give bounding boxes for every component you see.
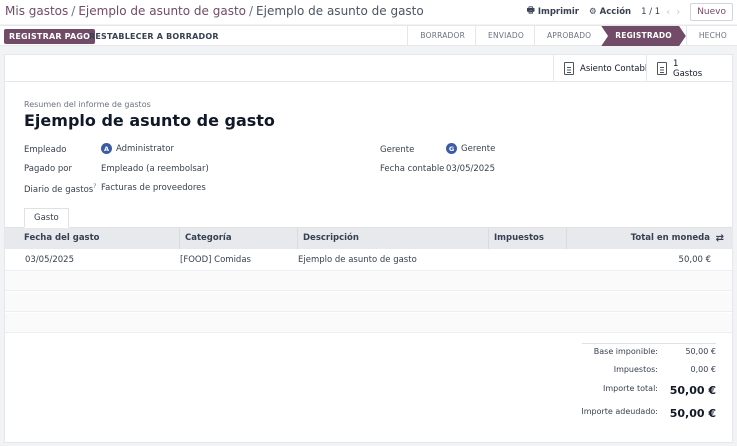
breadcrumb-current: Ejemplo de asunto de gasto: [256, 4, 424, 18]
journal-label-text: Diario de gastos: [24, 184, 94, 195]
employee-field[interactable]: A Administrator: [101, 143, 174, 154]
document-icon: [564, 62, 574, 75]
accounting-date-label: Fecha contable: [380, 164, 445, 174]
pager: 1 / 1 ‹ ›: [641, 7, 680, 18]
manager-value: Gerente: [461, 143, 496, 154]
gear-icon: ⚙: [589, 7, 597, 17]
employee-value: Administrator: [116, 143, 174, 154]
taxes-label: Impuestos:: [613, 365, 658, 374]
paid-by-field[interactable]: Empleado (a reembolsar): [101, 164, 209, 174]
pager-value[interactable]: 1 / 1: [641, 7, 660, 17]
cell-date: 03/05/2025: [25, 255, 74, 265]
new-button[interactable]: Nuevo: [690, 3, 733, 21]
report-title[interactable]: Ejemplo de asunto de gasto: [24, 111, 275, 130]
register-payment-button[interactable]: REGISTRAR PAGO: [4, 29, 96, 44]
chevron-left-icon[interactable]: ‹: [666, 7, 670, 18]
breadcrumb-separator: /: [249, 4, 254, 18]
expenses-smart-button[interactable]: 1 Gastos: [646, 55, 732, 82]
empty-row: [5, 313, 732, 333]
paid-by-label: Pagado por: [24, 164, 72, 174]
reset-to-draft-button[interactable]: RESTABLECER A BORRADOR: [89, 29, 219, 44]
stage-draft[interactable]: BORRADOR: [407, 26, 475, 46]
stage-statusbar: BORRADOR ENVIADO APROBADO REGISTRADO HEC…: [407, 26, 737, 46]
empty-row: [5, 292, 732, 312]
avatar: G: [446, 143, 457, 154]
accounting-date-field[interactable]: 03/05/2025: [446, 164, 495, 174]
table-header: Fecha del gasto Categoría Descripción Im…: [5, 228, 732, 249]
breadcrumb-my-expenses[interactable]: Mis gastos: [5, 4, 68, 18]
breadcrumb-separator: /: [71, 4, 76, 18]
printer-icon: 🖶: [526, 6, 535, 16]
summary-label: Resumen del informe de gastos: [24, 100, 151, 109]
form-statusbar: REGISTRAR PAGO RESTABLECER A BORRADOR BO…: [0, 25, 737, 46]
cell-category: [FOOD] Comidas: [180, 255, 251, 265]
stage-approved[interactable]: APROBADO: [533, 26, 601, 46]
amount-due-value: 50,00 €: [669, 407, 716, 420]
expenses-label: Gastos: [673, 68, 703, 79]
cell-total: 50,00 €: [678, 255, 711, 265]
form-sheet: Asiento Contabl 1 Gastos Resumen del inf…: [4, 54, 733, 443]
totals-divider: [582, 343, 716, 344]
journal-label: Diario de gastos?: [24, 183, 96, 195]
cell-taxes: [489, 250, 509, 271]
stage-posted[interactable]: REGISTRADO: [601, 26, 686, 46]
tab-expense[interactable]: Gasto: [24, 208, 69, 228]
print-label: Imprimir: [537, 7, 579, 17]
action-button[interactable]: ⚙ Acción: [589, 7, 631, 17]
column-header-category[interactable]: Categoría: [179, 228, 297, 249]
control-panel: Mis gastos / Ejemplo de asunto de gasto / Ej…: [0, 0, 737, 24]
help-icon[interactable]: ?: [93, 183, 96, 190]
stage-submitted[interactable]: ENVIADO: [475, 26, 534, 46]
untaxed-amount-value: 50,00 €: [685, 347, 716, 356]
journal-entry-smart-button[interactable]: Asiento Contabl: [553, 55, 646, 82]
manager-label: Gerente: [380, 145, 415, 155]
amount-due-label: Importe adeudado:: [581, 407, 658, 416]
journal-field[interactable]: Facturas de proveedores: [101, 183, 206, 193]
cell-description: Ejemplo de asunto de gasto: [298, 255, 417, 265]
manager-field[interactable]: G Gerente: [446, 143, 495, 154]
table-row[interactable]: 03/05/2025 [FOOD] Comidas Ejemplo de asu…: [5, 250, 732, 271]
untaxed-amount-label: Base imponible:: [593, 347, 658, 356]
column-header-taxes[interactable]: Impuestos: [488, 228, 566, 249]
journal-entry-label: Asiento Contabl: [580, 63, 646, 74]
print-button[interactable]: 🖶 Imprimir: [527, 5, 579, 19]
breadcrumb: Mis gastos / Ejemplo de asunto de gasto / Ej…: [5, 4, 424, 18]
column-header-total[interactable]: Total en moneda: [566, 228, 732, 249]
avatar: A: [101, 143, 112, 154]
column-header-date[interactable]: Fecha del gasto: [5, 228, 179, 249]
total-value: 50,00 €: [669, 384, 716, 397]
total-label: Importe total:: [602, 384, 658, 393]
breadcrumb-report[interactable]: Ejemplo de asunto de gasto: [78, 4, 246, 18]
column-header-description[interactable]: Descripción: [297, 228, 488, 249]
taxes-value: 0,00 €: [690, 365, 716, 374]
action-label: Acción: [599, 7, 632, 17]
chevron-right-icon[interactable]: ›: [676, 7, 680, 18]
stage-done[interactable]: HECHO: [685, 26, 737, 46]
expenses-count: 1: [673, 58, 679, 69]
empty-row: [5, 271, 732, 291]
smart-button-box: Asiento Contabl 1 Gastos: [5, 55, 732, 82]
optional-columns-icon[interactable]: ⇄: [716, 233, 724, 244]
document-icon: [657, 62, 667, 75]
employee-label: Empleado: [24, 145, 67, 155]
